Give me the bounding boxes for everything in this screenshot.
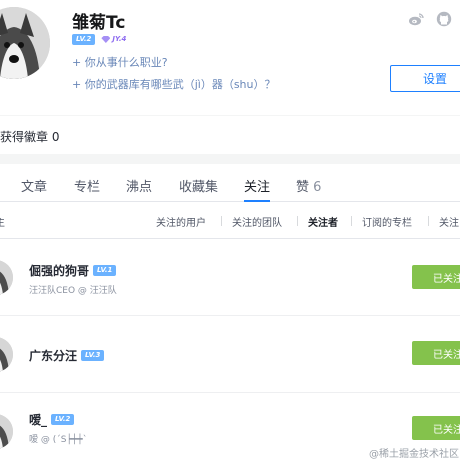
follower-name[interactable]: 广东分汪 LV.3 [29,347,105,364]
subtab-divider [297,216,298,226]
badge-group: LV.2 JY.4 [72,34,126,45]
level-badge[interactable]: LV.2 [51,414,75,425]
weapons-prompt-link[interactable]: + 你的武器库有哪些武（jì）器（shu）？ [72,76,276,92]
subtab-following-users[interactable]: 关注的用户 [156,214,206,229]
follower-description: 嗳 @ (ˊS┝┿┿ˋ [29,435,88,445]
tab-articles[interactable]: 文章 [21,176,47,195]
tab-likes-count: 6 [313,180,322,195]
follower-name[interactable]: 嗳_ LV.2 [29,411,75,428]
tab-collections[interactable]: 收藏集 [179,176,218,195]
avatar[interactable] [0,414,13,449]
main-panel: 文章 专栏 沸点 收藏集 关注 赞 6 主 关注的用户 关注的团队 关注者 订阅… [0,164,460,460]
tab-following[interactable]: 关注 [244,176,270,195]
follower-name-text: 广东分汪 [29,349,78,363]
follower-name[interactable]: 倔强的狗哥 LV.1 [29,262,117,279]
followed-button[interactable]: 已关注 [412,265,460,289]
diamond-icon [101,36,111,43]
subtab-divider [428,216,429,226]
follower-description: 汪汪队CEO @ 汪汪队 [29,286,117,296]
settings-button[interactable]: 设置 [390,65,460,92]
jy-badge[interactable]: JY.4 [101,34,126,45]
avatar[interactable] [0,7,50,79]
level-badge[interactable]: LV.3 [81,350,105,361]
tab-likes[interactable]: 赞 6 [296,176,321,195]
tab-columns[interactable]: 专栏 [74,176,100,195]
follower-name-text: 倔强的狗哥 [29,264,90,278]
watermark: @稀土掘金技术社区 [369,449,459,460]
follow-subtabs: 主 关注的用户 关注的团队 关注者 订阅的专栏 关注 [0,203,460,239]
subtab-subscribed-columns[interactable]: 订阅的专栏 [362,214,412,229]
subtab-divider [351,216,352,226]
badge-summary: 获得徽章 0 [0,116,460,154]
subtab-followers[interactable]: 关注者 [308,214,338,229]
badge-count[interactable]: 获得徽章 0 [0,128,59,145]
user-name: 雏菊Tc [72,13,126,33]
weibo-icon[interactable] [408,11,424,27]
profile-header: 雏菊Tc LV.2 JY.4 + 你从事什么职业? + 你的武器库有哪些武（jì… [0,0,460,115]
jy-badge-label: JY.4 [112,35,127,43]
tab-likes-label: 赞 [296,180,310,195]
tab-pins[interactable]: 沸点 [126,176,152,195]
followed-button[interactable]: 已关注 [412,341,460,365]
followed-button[interactable]: 已关注 [412,416,460,440]
subtab-divider [221,216,222,226]
active-tab-indicator [244,200,270,202]
follower-row[interactable]: 倔强的狗哥 LV.1 汪汪队CEO @ 汪汪队 已关注 [0,240,460,316]
subtab-follow-more[interactable]: 关注 [439,214,459,229]
avatar[interactable] [0,337,13,372]
follower-name-text: 嗳_ [29,413,48,427]
level-badge[interactable]: LV.1 [93,265,117,276]
subtab-following-teams[interactable]: 关注的团队 [232,214,282,229]
subtab-partial[interactable]: 主 [0,214,5,229]
github-icon[interactable] [436,11,452,27]
level-badge[interactable]: LV.2 [72,34,96,45]
profile-tabs: 文章 专栏 沸点 收藏集 关注 赞 6 [0,164,460,202]
avatar[interactable] [0,260,13,295]
follower-row[interactable]: 广东分汪 LV.3 已关注 [0,317,460,393]
job-prompt-link[interactable]: + 你从事什么职业? [72,54,168,70]
